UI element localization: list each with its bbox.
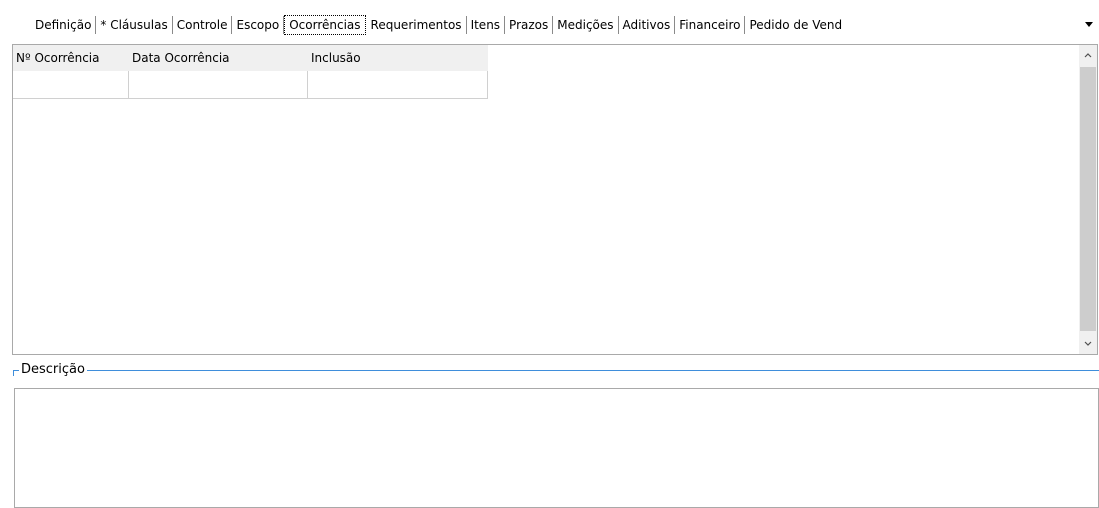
tab-itens[interactable]: Itens	[467, 16, 506, 34]
chevron-down-icon[interactable]	[1079, 334, 1097, 354]
tab-financeiro[interactable]: Financeiro	[675, 16, 746, 34]
tab-prazos[interactable]: Prazos	[505, 16, 554, 34]
tab-controle[interactable]: Controle	[173, 16, 233, 34]
table-cell[interactable]	[128, 71, 308, 99]
tab-clausulas[interactable]: * Cláusulas	[96, 16, 173, 34]
tab-definicao[interactable]: Definição	[0, 16, 97, 34]
occurrences-grid[interactable]: Nº Ocorrência Data Ocorrência Inclusão	[12, 44, 1098, 355]
column-header-numero-ocorrencia[interactable]: Nº Ocorrência	[13, 45, 129, 71]
tab-escopo[interactable]: Escopo	[232, 16, 285, 34]
chevron-up-icon[interactable]	[1079, 45, 1097, 65]
table-row[interactable]	[13, 71, 488, 99]
table-header-row: Nº Ocorrência Data Ocorrência Inclusão	[13, 45, 488, 71]
column-header-inclusao[interactable]: Inclusão	[307, 45, 488, 71]
tab-requerimentos[interactable]: Requerimentos	[367, 16, 467, 34]
group-border-corner	[13, 370, 14, 376]
table-cell[interactable]	[307, 71, 488, 99]
tab-ocorrencias[interactable]: Ocorrências	[284, 15, 366, 35]
table-cell[interactable]	[13, 71, 129, 99]
description-label: Descrição	[19, 361, 87, 378]
column-header-data-ocorrencia[interactable]: Data Ocorrência	[128, 45, 308, 71]
vertical-scrollbar[interactable]	[1079, 45, 1097, 354]
description-field[interactable]	[14, 388, 1099, 508]
occurrences-table: Nº Ocorrência Data Ocorrência Inclusão	[13, 45, 488, 99]
description-group: Descrição	[13, 361, 1099, 508]
group-border	[13, 370, 1099, 371]
tab-bar: Definição * Cláusulas Controle Escopo Oc…	[0, 0, 1099, 40]
caret-down-icon[interactable]	[1083, 18, 1095, 30]
tab-aditivos[interactable]: Aditivos	[619, 16, 676, 34]
tab-medicoes[interactable]: Medições	[553, 16, 619, 34]
tab-pedido-de-venda[interactable]: Pedido de Vend	[745, 16, 846, 34]
tab-list: Definição * Cláusulas Controle Escopo Oc…	[0, 15, 846, 35]
scrollbar-thumb[interactable]	[1080, 67, 1096, 331]
